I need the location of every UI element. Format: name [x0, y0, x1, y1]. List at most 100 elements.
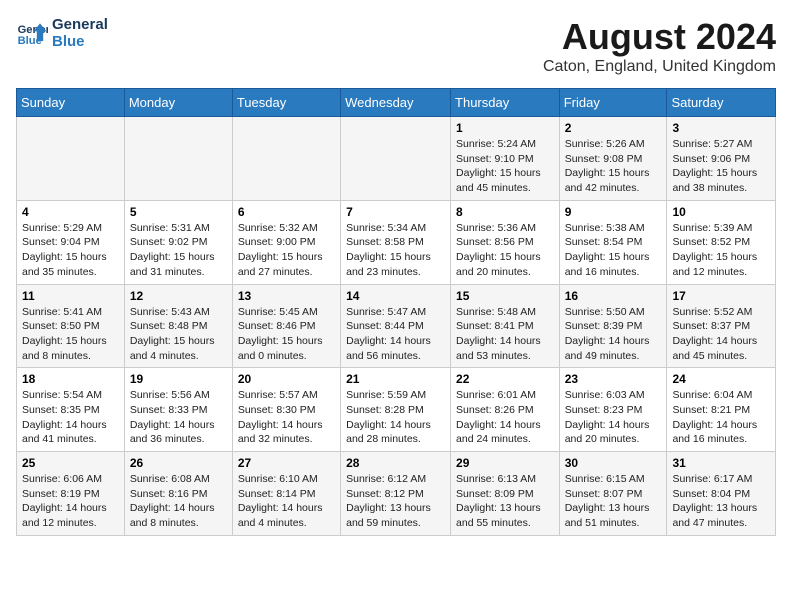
calendar-cell	[17, 117, 125, 201]
subtitle: Caton, England, United Kingdom	[543, 58, 776, 76]
calendar-cell: 25Sunrise: 6:06 AM Sunset: 8:19 PM Dayli…	[17, 452, 125, 536]
day-info: Sunrise: 6:15 AM Sunset: 8:07 PM Dayligh…	[565, 472, 662, 531]
day-number: 30	[565, 456, 662, 470]
header: General Blue General Blue August 2024 Ca…	[16, 16, 776, 76]
day-number: 9	[565, 205, 662, 219]
day-info: Sunrise: 6:10 AM Sunset: 8:14 PM Dayligh…	[238, 472, 335, 531]
day-number: 13	[238, 289, 335, 303]
calendar-cell: 7 Sunrise: 5:34 AM Sunset: 8:58 PM Daylig…	[341, 200, 451, 284]
calendar-cell: 1 Sunrise: 5:24 AM Sunset: 9:10 PM Daylig…	[451, 117, 560, 201]
day-number: 14	[346, 289, 445, 303]
day-number: 1	[456, 121, 554, 135]
day-number: 23	[565, 372, 662, 386]
calendar-cell: 9 Sunrise: 5:38 AM Sunset: 8:54 PM Daylig…	[559, 200, 667, 284]
day-info: Sunrise: 5:57 AM Sunset: 8:30 PM Dayligh…	[238, 388, 335, 447]
calendar-cell: 23 Sunrise: 6:03 AM Sunset: 8:23 PM Dayli…	[559, 368, 667, 452]
day-number: 20	[238, 372, 335, 386]
col-header-friday: Friday	[559, 89, 667, 117]
calendar-week-row: 18Sunrise: 5:54 AM Sunset: 8:35 PM Dayli…	[17, 368, 776, 452]
calendar-cell	[341, 117, 451, 201]
calendar-cell: 24 Sunrise: 6:04 AM Sunset: 8:21 PM Dayli…	[667, 368, 776, 452]
day-info: Sunrise: 5:39 AM Sunset: 8:52 PM Dayligh…	[672, 221, 770, 280]
logo: General Blue General Blue	[16, 16, 108, 50]
day-info: Sunrise: 5:26 AM Sunset: 9:08 PM Dayligh…	[565, 137, 662, 196]
calendar-week-row: 4 Sunrise: 5:29 AM Sunset: 9:04 PM Daylig…	[17, 200, 776, 284]
day-number: 24	[672, 372, 770, 386]
day-number: 27	[238, 456, 335, 470]
day-info: Sunrise: 6:17 AM Sunset: 8:04 PM Dayligh…	[672, 472, 770, 531]
logo-blue: Blue	[52, 33, 108, 50]
day-number: 19	[130, 372, 227, 386]
day-number: 10	[672, 205, 770, 219]
day-info: Sunrise: 5:47 AM Sunset: 8:44 PM Dayligh…	[346, 305, 445, 364]
col-header-thursday: Thursday	[451, 89, 560, 117]
calendar-cell: 3Sunrise: 5:27 AM Sunset: 9:06 PM Daylig…	[667, 117, 776, 201]
day-number: 4	[22, 205, 119, 219]
calendar-cell: 26 Sunrise: 6:08 AM Sunset: 8:16 PM Dayli…	[124, 452, 232, 536]
day-number: 7	[346, 205, 445, 219]
day-info: Sunrise: 5:38 AM Sunset: 8:54 PM Dayligh…	[565, 221, 662, 280]
day-info: Sunrise: 5:56 AM Sunset: 8:33 PM Dayligh…	[130, 388, 227, 447]
calendar-week-row: 25Sunrise: 6:06 AM Sunset: 8:19 PM Dayli…	[17, 452, 776, 536]
day-info: Sunrise: 6:12 AM Sunset: 8:12 PM Dayligh…	[346, 472, 445, 531]
day-info: Sunrise: 5:34 AM Sunset: 8:58 PM Dayligh…	[346, 221, 445, 280]
day-info: Sunrise: 5:52 AM Sunset: 8:37 PM Dayligh…	[672, 305, 770, 364]
calendar-cell: 8Sunrise: 5:36 AM Sunset: 8:56 PM Daylig…	[451, 200, 560, 284]
day-info: Sunrise: 5:59 AM Sunset: 8:28 PM Dayligh…	[346, 388, 445, 447]
calendar-cell: 10 Sunrise: 5:39 AM Sunset: 8:52 PM Dayli…	[667, 200, 776, 284]
calendar-cell: 5Sunrise: 5:31 AM Sunset: 9:02 PM Daylig…	[124, 200, 232, 284]
day-number: 5	[130, 205, 227, 219]
day-number: 3	[672, 121, 770, 135]
day-number: 26	[130, 456, 227, 470]
day-number: 31	[672, 456, 770, 470]
calendar-header-row: SundayMondayTuesdayWednesdayThursdayFrid…	[17, 89, 776, 117]
calendar-cell: 13Sunrise: 5:45 AM Sunset: 8:46 PM Dayli…	[232, 284, 340, 368]
col-header-tuesday: Tuesday	[232, 89, 340, 117]
day-info: Sunrise: 5:32 AM Sunset: 9:00 PM Dayligh…	[238, 221, 335, 280]
calendar-cell	[124, 117, 232, 201]
calendar-cell: 21Sunrise: 5:59 AM Sunset: 8:28 PM Dayli…	[341, 368, 451, 452]
calendar-week-row: 1 Sunrise: 5:24 AM Sunset: 9:10 PM Daylig…	[17, 117, 776, 201]
day-number: 11	[22, 289, 119, 303]
calendar-cell: 31 Sunrise: 6:17 AM Sunset: 8:04 PM Dayli…	[667, 452, 776, 536]
day-info: Sunrise: 5:24 AM Sunset: 9:10 PM Dayligh…	[456, 137, 554, 196]
calendar-table: SundayMondayTuesdayWednesdayThursdayFrid…	[16, 88, 776, 536]
calendar-cell: 28 Sunrise: 6:12 AM Sunset: 8:12 PM Dayli…	[341, 452, 451, 536]
day-info: Sunrise: 6:06 AM Sunset: 8:19 PM Dayligh…	[22, 472, 119, 531]
calendar-cell: 11Sunrise: 5:41 AM Sunset: 8:50 PM Dayli…	[17, 284, 125, 368]
calendar-cell: 29Sunrise: 6:13 AM Sunset: 8:09 PM Dayli…	[451, 452, 560, 536]
title-area: August 2024 Caton, England, United Kingd…	[543, 16, 776, 76]
day-number: 17	[672, 289, 770, 303]
day-number: 15	[456, 289, 554, 303]
day-number: 18	[22, 372, 119, 386]
calendar-cell: 22Sunrise: 6:01 AM Sunset: 8:26 PM Dayli…	[451, 368, 560, 452]
day-info: Sunrise: 6:01 AM Sunset: 8:26 PM Dayligh…	[456, 388, 554, 447]
day-info: Sunrise: 6:13 AM Sunset: 8:09 PM Dayligh…	[456, 472, 554, 531]
day-info: Sunrise: 5:43 AM Sunset: 8:48 PM Dayligh…	[130, 305, 227, 364]
day-info: Sunrise: 6:08 AM Sunset: 8:16 PM Dayligh…	[130, 472, 227, 531]
calendar-cell: 15 Sunrise: 5:48 AM Sunset: 8:41 PM Dayli…	[451, 284, 560, 368]
day-info: Sunrise: 6:04 AM Sunset: 8:21 PM Dayligh…	[672, 388, 770, 447]
calendar-cell: 4 Sunrise: 5:29 AM Sunset: 9:04 PM Daylig…	[17, 200, 125, 284]
calendar-week-row: 11Sunrise: 5:41 AM Sunset: 8:50 PM Dayli…	[17, 284, 776, 368]
day-number: 28	[346, 456, 445, 470]
col-header-wednesday: Wednesday	[341, 89, 451, 117]
calendar-cell	[232, 117, 340, 201]
day-info: Sunrise: 5:29 AM Sunset: 9:04 PM Dayligh…	[22, 221, 119, 280]
calendar-cell: 30 Sunrise: 6:15 AM Sunset: 8:07 PM Dayli…	[559, 452, 667, 536]
calendar-cell: 18Sunrise: 5:54 AM Sunset: 8:35 PM Dayli…	[17, 368, 125, 452]
calendar-cell: 2Sunrise: 5:26 AM Sunset: 9:08 PM Daylig…	[559, 117, 667, 201]
calendar-cell: 17 Sunrise: 5:52 AM Sunset: 8:37 PM Dayli…	[667, 284, 776, 368]
day-info: Sunrise: 6:03 AM Sunset: 8:23 PM Dayligh…	[565, 388, 662, 447]
day-info: Sunrise: 5:50 AM Sunset: 8:39 PM Dayligh…	[565, 305, 662, 364]
calendar-cell: 12Sunrise: 5:43 AM Sunset: 8:48 PM Dayli…	[124, 284, 232, 368]
calendar-cell: 20 Sunrise: 5:57 AM Sunset: 8:30 PM Dayli…	[232, 368, 340, 452]
day-info: Sunrise: 5:48 AM Sunset: 8:41 PM Dayligh…	[456, 305, 554, 364]
day-number: 16	[565, 289, 662, 303]
calendar-cell: 27 Sunrise: 6:10 AM Sunset: 8:14 PM Dayli…	[232, 452, 340, 536]
calendar-cell: 16 Sunrise: 5:50 AM Sunset: 8:39 PM Dayli…	[559, 284, 667, 368]
col-header-monday: Monday	[124, 89, 232, 117]
calendar-cell: 6Sunrise: 5:32 AM Sunset: 9:00 PM Daylig…	[232, 200, 340, 284]
logo-general: General	[52, 16, 108, 33]
day-info: Sunrise: 5:36 AM Sunset: 8:56 PM Dayligh…	[456, 221, 554, 280]
